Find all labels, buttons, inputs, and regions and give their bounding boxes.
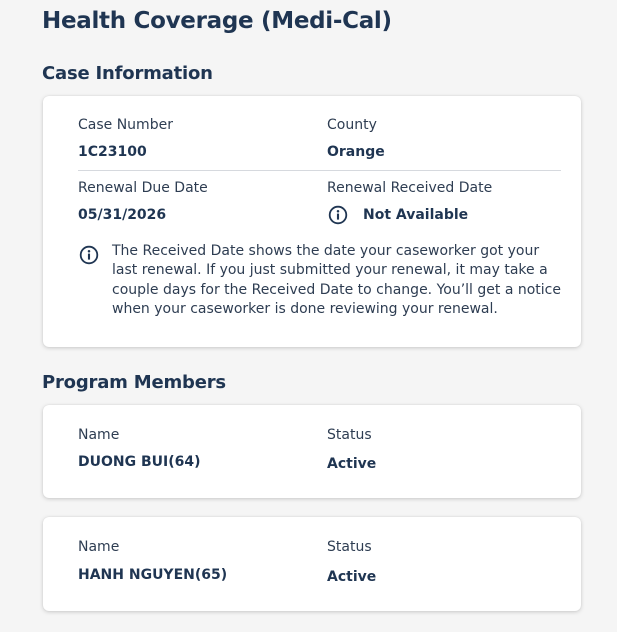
member-name-value: DUONG BUI(64) [78,454,201,470]
program-member-card: Name DUONG BUI(64) Status Active [43,405,581,498]
member-status-value: Active [327,569,377,585]
page-title: Health Coverage (Medi-Cal) [42,8,392,34]
renewal-received-date-label: Renewal Received Date [327,180,493,196]
member-status-value: Active [327,456,377,472]
case-number-value: 1C23100 [78,144,147,160]
case-number-label: Case Number [78,117,173,133]
program-member-card: Name HANH NGUYEN(65) Status Active [43,517,581,611]
renewal-info-note: The Received Date shows the date your ca… [112,243,561,317]
program-members-heading: Program Members [42,372,226,393]
county-value: Orange [327,144,385,160]
case-info-divider [78,170,561,171]
case-information-card: Case Number 1C23100 County Orange Renewa… [43,96,581,347]
county-label: County [327,117,377,133]
info-circle-icon[interactable] [328,205,348,225]
member-status-label: Status [327,539,372,555]
member-status-label: Status [327,427,372,443]
member-name-value: HANH NGUYEN(65) [78,567,228,583]
renewal-due-date-value: 05/31/2026 [78,207,167,223]
renewal-due-date-label: Renewal Due Date [78,180,208,196]
member-name-label: Name [78,427,120,443]
renewal-received-date-value: Not Available [363,207,469,223]
info-circle-icon [79,245,99,265]
case-information-heading: Case Information [42,63,213,84]
member-name-label: Name [78,539,120,555]
